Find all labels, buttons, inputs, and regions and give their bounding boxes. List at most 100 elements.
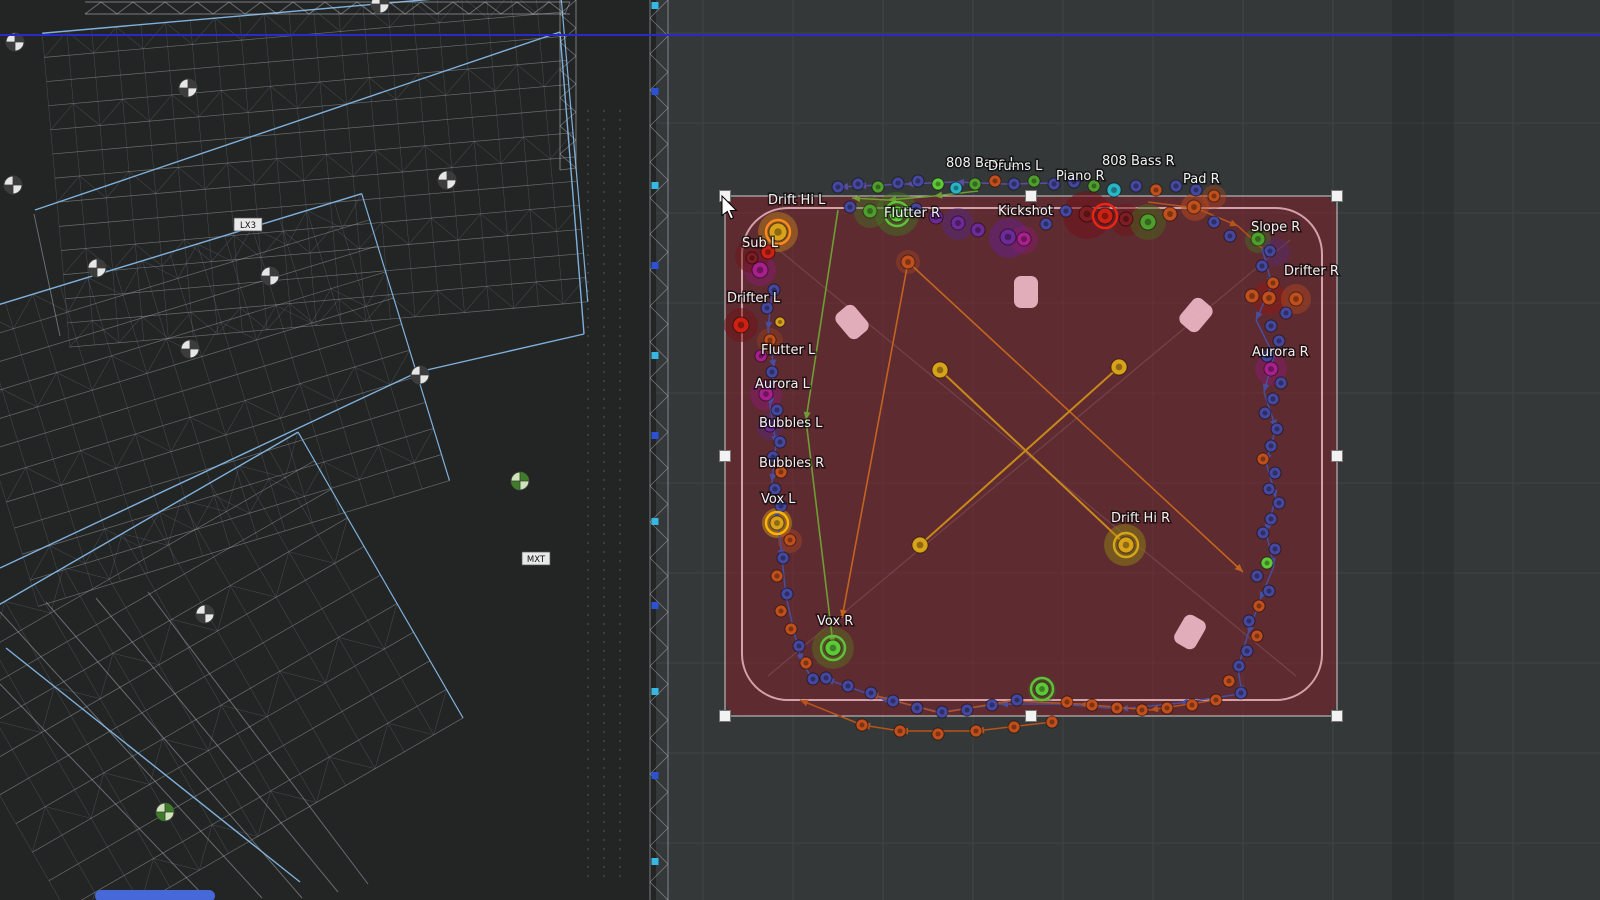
sound-object-node[interactable] [1264,245,1276,257]
sound-object-node[interactable] [1245,289,1259,303]
sound-object-node[interactable] [1163,207,1177,221]
sound-object-node[interactable] [1017,232,1031,246]
sound-object-node[interactable] [1256,260,1268,272]
sound-object-node[interactable] [1035,682,1049,696]
sound-object-node[interactable] [1241,645,1253,657]
sound-object-node[interactable] [1140,214,1156,230]
sound-object-node[interactable] [1186,699,1198,711]
sound-object-node[interactable] [1097,208,1113,224]
sound-object-node[interactable] [1107,183,1121,197]
sound-object-node[interactable] [1257,453,1269,465]
sound-object-node[interactable] [1008,721,1020,733]
selection-handle-n[interactable] [1026,191,1037,202]
sound-object-node[interactable] [1251,570,1263,582]
sound-object-node[interactable] [969,178,981,190]
sound-object-node[interactable] [936,706,948,718]
sound-object-node[interactable] [1265,440,1277,452]
sound-object-node[interactable] [807,673,819,685]
sound-object-node[interactable] [1262,291,1276,305]
sound-object-node[interactable] [1118,537,1134,553]
sound-object-node[interactable] [1210,694,1222,706]
sound-object-node[interactable] [771,570,783,582]
sound-object-node[interactable] [1130,180,1142,192]
sound-object-node[interactable] [781,588,793,600]
sound-object-node[interactable] [800,657,812,669]
sound-object-node[interactable] [771,404,783,416]
sound-object-node[interactable] [1280,307,1292,319]
sound-object-node[interactable] [777,552,789,564]
sound-object-node[interactable] [872,181,884,193]
sound-object-node[interactable] [1259,407,1271,419]
sound-object-node[interactable] [1235,687,1247,699]
selection-handle-s[interactable] [1026,711,1037,722]
sound-object-node[interactable] [1060,205,1072,217]
sound-object-node[interactable] [1086,699,1098,711]
sound-object-node[interactable] [1243,615,1255,627]
sound-object-node[interactable] [752,262,768,278]
sound-object-node[interactable] [1223,675,1235,687]
sound-object-node[interactable] [950,182,962,194]
sound-object-node[interactable] [932,362,948,378]
sound-object-node[interactable] [865,687,877,699]
sound-object-node[interactable] [989,175,1001,187]
sound-object-node[interactable] [856,719,868,731]
sound-object-node[interactable] [1269,467,1281,479]
sound-object-node[interactable] [901,255,915,269]
sound-object-node[interactable] [1008,178,1020,190]
sound-object-node[interactable] [785,623,797,635]
sound-object-node[interactable] [793,640,805,652]
sound-object-node[interactable] [1061,696,1073,708]
spatial-editor-canvas[interactable]: LX3MXT808 Bass LDrums L808 Bass RPiano R… [0,0,1600,900]
sound-object-node[interactable] [971,223,985,237]
sound-object-node[interactable] [1111,359,1127,375]
sound-object-node[interactable] [1111,702,1123,714]
sound-object-node[interactable] [1208,216,1220,228]
sound-object-node[interactable] [912,537,928,553]
sound-object-node[interactable] [894,725,906,737]
sound-object-node[interactable] [887,695,899,707]
sound-object-node[interactable] [1119,212,1133,226]
sound-object-node[interactable] [1261,557,1273,569]
sound-object-node[interactable] [844,201,856,213]
sound-object-node[interactable] [746,252,758,264]
sound-object-node[interactable] [1257,527,1269,539]
sound-object-node[interactable] [1233,660,1245,672]
sound-object-node[interactable] [970,725,982,737]
sound-object-node[interactable] [1265,320,1277,332]
sound-object-node[interactable] [1264,362,1278,376]
sound-object-node[interactable] [733,317,749,333]
sound-object-node[interactable] [832,181,844,193]
sound-object-node[interactable] [784,534,796,546]
speaker-icon[interactable] [1014,276,1038,308]
sound-object-node[interactable] [775,605,787,617]
sound-object-node[interactable] [1028,175,1040,187]
sound-object-node[interactable] [932,178,944,190]
selection-handle-se[interactable] [1332,711,1343,722]
sound-object-node[interactable] [1269,543,1281,555]
sound-object-node[interactable] [820,672,832,684]
sound-object-node[interactable] [1289,292,1303,306]
selection-handle-ne[interactable] [1332,191,1343,202]
selection-handle-sw[interactable] [720,711,731,722]
sound-object-node[interactable] [912,175,924,187]
sound-object-node[interactable] [1253,600,1265,612]
sound-object-node[interactable] [1273,497,1285,509]
sound-object-node[interactable] [774,436,786,448]
sound-object-node[interactable] [951,216,965,230]
sound-object-node[interactable] [1170,180,1182,192]
sound-object-node[interactable] [770,516,784,530]
sound-object-node[interactable] [1208,190,1220,202]
sound-object-node[interactable] [1150,184,1162,196]
sound-object-node[interactable] [986,699,998,711]
sound-object-node[interactable] [932,728,944,740]
sound-object-node[interactable] [1263,483,1275,495]
selection-handle-e[interactable] [1332,451,1343,462]
sound-object-node[interactable] [852,178,864,190]
sound-object-node[interactable] [961,704,973,716]
sound-object-node[interactable] [1000,229,1016,245]
sound-object-node[interactable] [1251,630,1263,642]
sound-object-node[interactable] [1136,704,1148,716]
sound-object-node[interactable] [911,702,923,714]
sound-object-node[interactable] [1040,218,1052,230]
sound-object-node[interactable] [863,204,877,218]
